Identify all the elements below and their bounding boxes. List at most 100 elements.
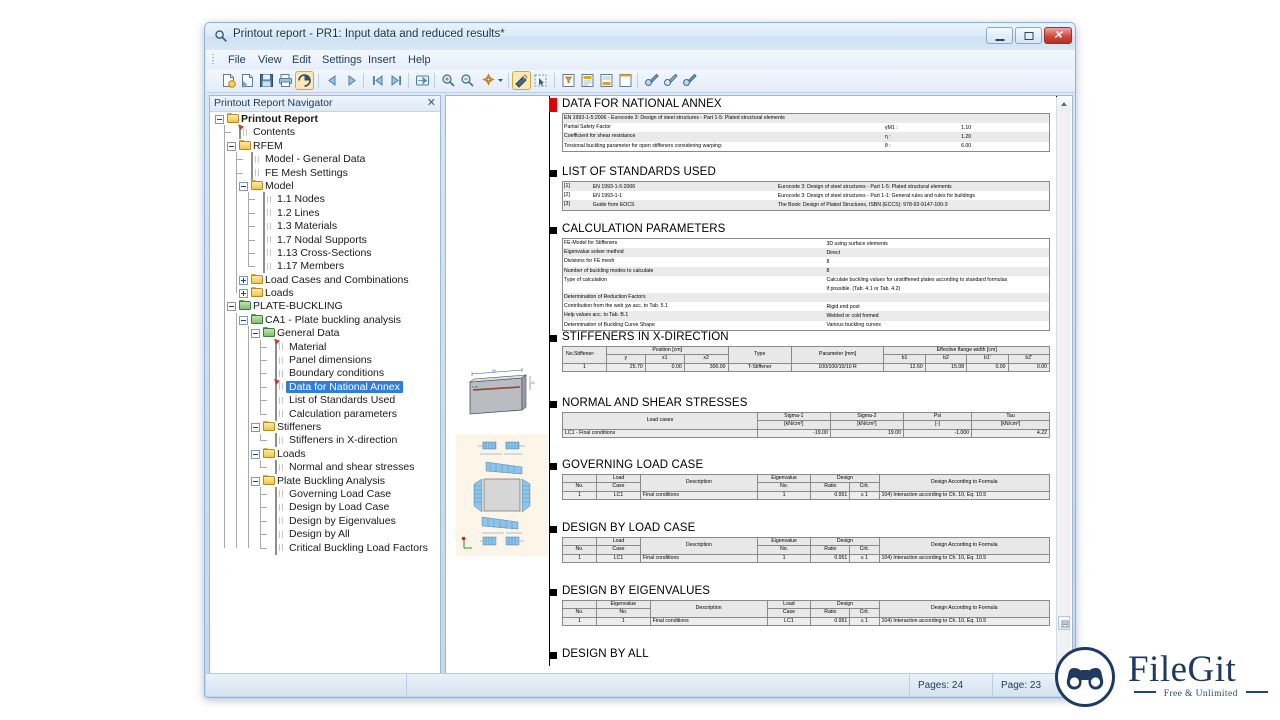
- zoom-out-icon[interactable]: [459, 72, 476, 89]
- menu-view[interactable]: View: [252, 53, 288, 67]
- tree-item-label: Load Cases and Combinations: [265, 273, 409, 286]
- tree-item[interactable]: Loads: [210, 447, 440, 460]
- document-vertical-scrollbar[interactable]: [1056, 97, 1071, 677]
- tree-item[interactable]: Boundary conditions: [210, 366, 440, 381]
- tree-item[interactable]: Data for National Annex: [210, 378, 440, 394]
- close-button[interactable]: ✕: [1044, 27, 1072, 44]
- folder-icon: [251, 179, 263, 191]
- expand-toggle-icon[interactable]: [239, 275, 248, 285]
- tree-item[interactable]: Plate Buckling Analysis: [210, 474, 440, 487]
- tree-item-label: Contents: [253, 126, 296, 139]
- tree-item[interactable]: Model - General Data: [210, 152, 440, 167]
- tree-elbow: [248, 252, 255, 254]
- previous-page-icon[interactable]: [324, 72, 341, 89]
- tree-item[interactable]: Loads: [210, 286, 440, 299]
- collapse-toggle-icon[interactable]: [251, 449, 260, 459]
- tree-item[interactable]: Stiffeners in X-direction: [210, 433, 440, 448]
- tree-item[interactable]: RFEM: [210, 139, 440, 152]
- tree-item[interactable]: Model: [210, 179, 440, 192]
- tree-item[interactable]: 1.17 Members: [210, 259, 440, 274]
- tree-item-label: Material: [289, 340, 327, 353]
- tree-item[interactable]: Panel dimensions: [210, 353, 440, 368]
- tree-item-label: Printout Report: [241, 113, 318, 125]
- folder-icon: [239, 139, 251, 151]
- tree-guide-line: [248, 192, 249, 267]
- tree-item[interactable]: 1.2 Lines: [210, 205, 440, 220]
- section-normal-and-shear-stresses: NORMAL AND SHEAR STRESSES Load cases Sig…: [550, 397, 1050, 439]
- report-document-view[interactable]: 30 10 1.25 DATA FOR NATIONAL ANNEX EN 19…: [445, 95, 1073, 691]
- tree-item[interactable]: Normal and shear stresses: [210, 460, 440, 475]
- tree-item[interactable]: Material: [210, 338, 440, 354]
- tree-item-label: Calculation parameters: [289, 407, 397, 420]
- tree-item[interactable]: 1.7 Nodal Supports: [210, 232, 440, 247]
- collapse-toggle-icon[interactable]: [215, 115, 224, 124]
- export-icon[interactable]: [414, 72, 431, 89]
- page-setup-icon[interactable]: [579, 72, 596, 89]
- blank-page-icon[interactable]: [617, 72, 634, 89]
- pointer-tool-icon[interactable]: [532, 72, 549, 89]
- minimize-button[interactable]: [986, 27, 1013, 44]
- collapse-toggle-icon[interactable]: [227, 141, 236, 151]
- open-report-icon[interactable]: [239, 72, 256, 89]
- table-row: Help values acc. to Tab. B.1 Welded or co…: [562, 311, 1050, 321]
- zoom-in-icon[interactable]: [440, 72, 457, 89]
- tree-item-label: Stiffeners: [277, 420, 322, 433]
- navigator-close-icon[interactable]: ✕: [427, 96, 436, 109]
- tree-item[interactable]: Stiffeners: [210, 420, 440, 433]
- header-footer-icon[interactable]: [598, 72, 615, 89]
- status-pages-total: Pages: 24: [909, 674, 990, 696]
- settings-key2-icon[interactable]: [662, 72, 679, 89]
- tree-item[interactable]: Critical Buckling Load Factors: [210, 540, 440, 555]
- table-icon: [251, 152, 262, 167]
- print-icon[interactable]: [277, 72, 294, 89]
- navigator-tree[interactable]: Printout Report Contents RFEM Model - Gener…: [210, 112, 440, 691]
- next-page-icon[interactable]: [343, 72, 360, 89]
- menu-insert[interactable]: Insert: [362, 53, 402, 67]
- selection-tool-icon[interactable]: [512, 71, 531, 90]
- collapse-toggle-icon[interactable]: [251, 422, 260, 432]
- print-preview-icon[interactable]: [295, 71, 314, 90]
- expand-toggle-icon[interactable]: [239, 289, 248, 299]
- menu-file[interactable]: File: [222, 53, 252, 67]
- tree-item[interactable]: 1.1 Nodes: [210, 192, 440, 207]
- settings-key-icon[interactable]: [643, 72, 660, 89]
- filter-icon[interactable]: [560, 72, 577, 89]
- tree-item[interactable]: Calculation parameters: [210, 406, 440, 421]
- menu-edit[interactable]: Edit: [286, 53, 317, 67]
- scrollbar-thumb[interactable]: [1058, 616, 1070, 630]
- chevron-down-icon[interactable]: [496, 72, 513, 89]
- new-report-icon[interactable]: [220, 72, 237, 89]
- navigator-title: Printout Report Navigator: [214, 97, 333, 109]
- settings-key3-icon[interactable]: [681, 72, 698, 89]
- zoom-fit-icon[interactable]: [480, 72, 497, 89]
- last-page-icon[interactable]: [388, 72, 405, 89]
- section-title: DESIGN BY LOAD CASE: [550, 522, 1050, 534]
- tree-item[interactable]: Design by Eigenvalues: [210, 513, 440, 528]
- tree-item[interactable]: Design by All: [210, 527, 440, 542]
- tree-item[interactable]: Governing Load Case: [210, 486, 440, 501]
- collapse-toggle-icon[interactable]: [239, 315, 248, 325]
- collapse-toggle-icon[interactable]: [227, 302, 236, 312]
- menu-help[interactable]: Help: [402, 53, 437, 67]
- first-page-icon[interactable]: [369, 72, 386, 89]
- tree-item[interactable]: Design by Load Case: [210, 500, 440, 515]
- table-icon: [251, 165, 262, 180]
- save-icon[interactable]: [258, 72, 275, 89]
- scroll-up-button[interactable]: [1057, 97, 1071, 111]
- collapse-toggle-icon[interactable]: [251, 329, 260, 339]
- tree-item[interactable]: Contents: [210, 124, 440, 140]
- menu-settings[interactable]: Settings: [316, 53, 368, 67]
- collapse-toggle-icon[interactable]: [251, 476, 260, 486]
- folder-icon: [251, 287, 263, 298]
- tree-item[interactable]: Load Cases and Combinations: [210, 273, 440, 286]
- tree-item[interactable]: CA1 - Plate buckling analysis: [210, 313, 440, 326]
- collapse-toggle-icon[interactable]: [239, 181, 248, 191]
- tree-item[interactable]: 1.3 Materials: [210, 219, 440, 234]
- tree-item[interactable]: 1.13 Cross-Sections: [210, 245, 440, 260]
- tree-item[interactable]: General Data: [210, 326, 440, 339]
- tree-item[interactable]: List of Standards Used: [210, 393, 440, 408]
- tree-item[interactable]: PLATE-BUCKLING: [210, 299, 440, 312]
- tree-item[interactable]: FE Mesh Settings: [210, 165, 440, 180]
- tree-item[interactable]: Printout Report: [210, 112, 440, 125]
- maximize-button[interactable]: [1015, 27, 1042, 44]
